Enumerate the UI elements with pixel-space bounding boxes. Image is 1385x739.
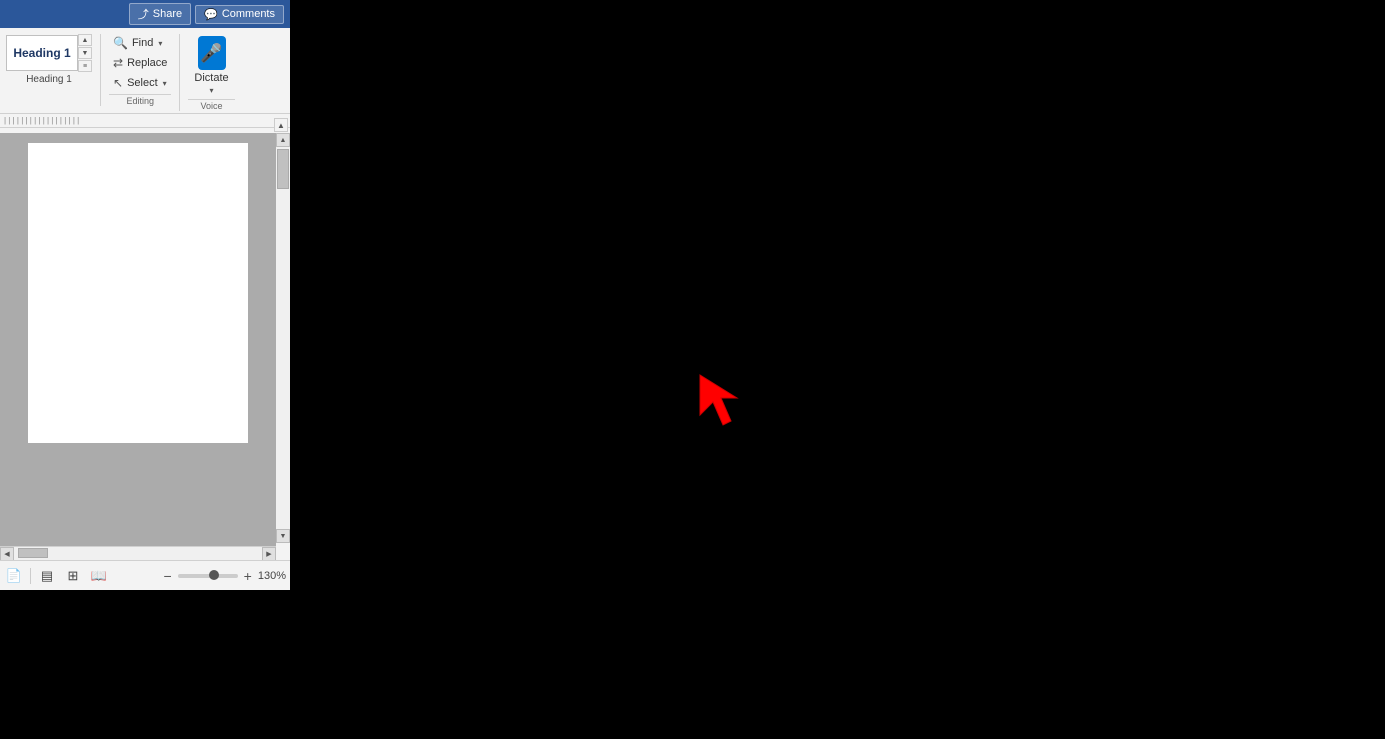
replace-label: Replace [127, 57, 167, 69]
style-preview: Heading 1 [6, 35, 78, 71]
find-icon: 🔍 [113, 36, 128, 50]
status-bar: 📄 ▤ ⊞ 📖 − + 130% [0, 560, 290, 590]
share-icon: ⤴ [138, 6, 149, 22]
read-mode-icon[interactable]: 📖 [89, 566, 109, 586]
hscroll-thumb[interactable] [18, 548, 48, 558]
ribbon-controls: Heading 1 ▲ ▼ ≡ Heading 1 🔍 Find ▾ [0, 30, 290, 113]
style-down-button[interactable]: ▼ [78, 47, 92, 59]
comments-label: Comments [222, 8, 275, 20]
find-label: Find [132, 37, 153, 49]
find-chevron: ▾ [158, 39, 162, 48]
zoom-percent: 130% [258, 570, 286, 582]
editing-group: 🔍 Find ▾ ⇄ Replace ↖ Select ▾ Editing [100, 34, 171, 106]
replace-button[interactable]: ⇄ Replace [109, 54, 171, 72]
editing-group-label: Editing [109, 94, 171, 106]
ribbon: Heading 1 ▲ ▼ ≡ Heading 1 🔍 Find ▾ [0, 28, 290, 114]
zoom-plus-button[interactable]: + [242, 568, 254, 584]
style-name-preview: Heading 1 [13, 46, 70, 60]
document-area [0, 133, 276, 560]
zoom-bar: − + 130% [161, 568, 286, 584]
comments-button[interactable]: 💬 Comments [195, 5, 284, 24]
microphone-icon: 🎤 [198, 36, 226, 70]
styles-panel: Heading 1 ▲ ▼ ≡ Heading 1 [6, 34, 92, 85]
replace-icon: ⇄ [113, 56, 123, 70]
select-button[interactable]: ↖ Select ▾ [109, 74, 171, 92]
zoom-slider-thumb[interactable] [209, 570, 219, 580]
collapse-ribbon-button[interactable]: ▲ [274, 118, 288, 132]
status-divider-1 [30, 568, 31, 584]
vertical-scrollbar[interactable]: ▲ ▼ [276, 133, 290, 543]
find-button[interactable]: 🔍 Find ▾ [109, 34, 171, 52]
hscroll-track [14, 547, 262, 560]
scroll-thumb[interactable] [277, 149, 289, 189]
share-label: Share [153, 8, 182, 20]
select-icon: ↖ [113, 76, 123, 90]
editing-buttons: 🔍 Find ▾ ⇄ Replace ↖ Select ▾ [109, 34, 171, 92]
word-window: ⤴ Share 💬 Comments Heading 1 ▲ ▼ ≡ [0, 0, 290, 590]
scroll-down-button[interactable]: ▼ [276, 529, 290, 543]
zoom-slider[interactable] [178, 574, 238, 578]
dictate-label: Dictate [194, 72, 228, 84]
style-up-button[interactable]: ▲ [78, 34, 92, 46]
web-layout-icon[interactable]: ⊞ [63, 566, 83, 586]
zoom-minus-button[interactable]: − [161, 568, 173, 584]
print-layout-icon[interactable]: ▤ [37, 566, 57, 586]
voice-group: 🎤 Dictate ▾ Voice [179, 34, 234, 111]
hscroll-left-button[interactable]: ◀ [0, 547, 14, 561]
share-bar: ⤴ Share 💬 Comments [0, 0, 290, 28]
voice-group-label: Voice [188, 99, 234, 111]
select-chevron: ▾ [163, 79, 167, 88]
dictate-button[interactable]: 🎤 Dictate ▾ [188, 34, 234, 97]
style-row: Heading 1 ▲ ▼ ≡ [6, 34, 92, 72]
share-button[interactable]: ⤴ Share [129, 3, 191, 25]
document-page [28, 143, 248, 443]
comments-icon: 💬 [204, 8, 218, 21]
horizontal-scrollbar[interactable]: ◀ ▶ [0, 546, 276, 560]
select-label: Select [127, 77, 158, 89]
style-expand-button[interactable]: ≡ [78, 60, 92, 72]
hscroll-right-button[interactable]: ▶ [262, 547, 276, 561]
black-background [290, 0, 1385, 739]
scroll-up-button[interactable]: ▲ [276, 133, 290, 147]
dictate-chevron: ▾ [210, 86, 214, 95]
bottom-black [0, 590, 290, 739]
ruler: | | | | | | | | | | | | | | | | | | [0, 114, 290, 128]
style-arrows: ▲ ▼ ≡ [78, 34, 92, 72]
style-label: Heading 1 [26, 74, 72, 85]
page-view-icon[interactable]: 📄 [4, 566, 24, 586]
